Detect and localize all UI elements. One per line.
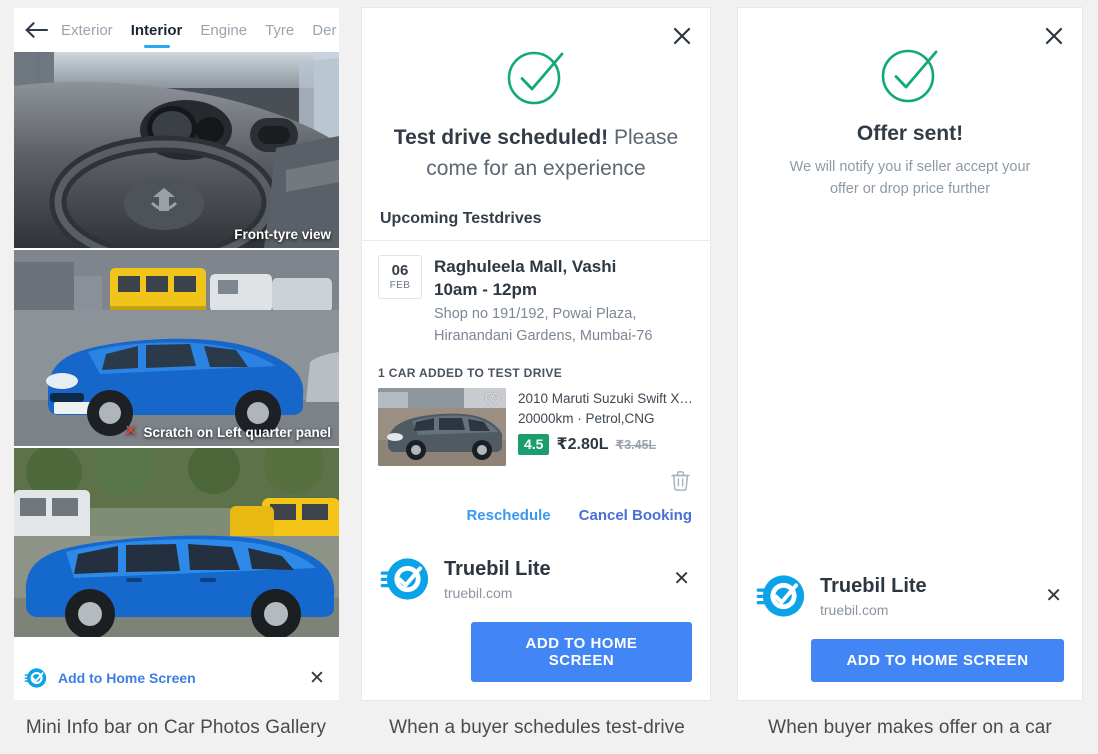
app-url: truebil.com <box>444 585 513 601</box>
banner-header: Truebil Lite truebil.com ✕ <box>756 571 1064 621</box>
car-exterior-photo-2 <box>14 448 339 637</box>
panel-offer-sent: Offer sent! We will notify you if seller… <box>722 0 1098 754</box>
truebil-logo-icon <box>24 668 47 688</box>
check-circle-icon <box>881 49 938 103</box>
app-name: Truebil Lite <box>444 558 551 580</box>
phone-screen-gallery: Exterior Interior Engine Tyre Der Front-… <box>14 8 339 700</box>
offer-sent-sheet: Offer sent! We will notify you if seller… <box>738 8 1082 700</box>
app-name: Truebil Lite <box>820 575 927 597</box>
page-title: Offer sent! <box>856 122 964 145</box>
banner-header: Truebil Lite truebil.com ✕ <box>380 554 692 604</box>
add-to-home-screen-mini-bar[interactable]: Add to Home Screen ✕ <box>14 656 339 700</box>
caption-panel-2: When a buyer schedules test-drive <box>352 702 722 754</box>
car-title: 2010 Maruti Suzuki Swift XLI... <box>518 390 694 406</box>
gallery-photo-interior[interactable]: Front-tyre view <box>14 52 339 248</box>
testdrive-date-chip: 06 FEB <box>378 255 422 300</box>
car-thumbnail[interactable]: ♡ <box>378 387 506 466</box>
testdrive-time: 10am - 12pm <box>434 280 537 300</box>
close-icon[interactable]: ✕ <box>671 569 692 589</box>
mini-bar-label: Add to Home Screen <box>58 670 196 686</box>
heart-icon[interactable]: ♡ <box>484 392 501 411</box>
rating-badge: 4.5 <box>518 434 550 455</box>
testdrive-date-month: FEB <box>389 280 411 292</box>
testdrive-details: Raghuleela Mall, Vashi 10am - 12pm Shop … <box>434 255 694 348</box>
banner-text: Truebil Lite truebil.com <box>444 557 657 601</box>
tab-engine[interactable]: Engine <box>191 8 256 52</box>
car-details: 2010 Maruti Suzuki Swift XLI... 20000km … <box>518 388 694 455</box>
car-price: ₹2.80L <box>556 436 609 454</box>
test-drive-car-item[interactable]: ♡ 2010 Maruti Suzuki Swift XLI... 20000k… <box>362 387 710 466</box>
tab-exterior[interactable]: Exterior <box>52 8 122 52</box>
add-to-home-screen-banner: Truebil Lite truebil.com ✕ ADD TO HOME S… <box>362 538 710 700</box>
add-to-home-screen-button[interactable]: ADD TO HOME SCREEN <box>811 639 1064 682</box>
booking-actions: Reschedule Cancel Booking <box>362 491 710 542</box>
close-icon[interactable]: ✕ <box>307 669 327 688</box>
close-icon[interactable]: ✕ <box>1043 586 1064 606</box>
cars-added-label: 1 CAR ADDED TO TEST DRIVE <box>378 365 563 380</box>
tab-interior[interactable]: Interior <box>122 8 192 52</box>
close-icon[interactable] <box>668 22 696 50</box>
car-price-line: 4.5 ₹2.80L ₹3.45L <box>518 434 694 455</box>
add-to-home-screen-banner: Truebil Lite truebil.com ✕ ADD TO HOME S… <box>738 555 1082 700</box>
trash-icon[interactable] <box>671 470 690 491</box>
panel-test-drive-scheduled: Test drive scheduled! Please come for an… <box>352 0 722 754</box>
photo-category-tabbar: Exterior Interior Engine Tyre Der <box>14 8 339 52</box>
testdrive-location: Raghuleela Mall, Vashi <box>434 257 617 277</box>
caption-panel-1: Mini Info bar on Car Photos Gallery <box>0 702 352 754</box>
check-circle-icon <box>507 51 564 105</box>
car-specs: 20000km · Petrol,CNG <box>518 411 655 427</box>
panel-car-photo-gallery: Exterior Interior Engine Tyre Der Front-… <box>0 0 352 754</box>
cancel-booking-button[interactable]: Cancel Booking <box>579 507 692 524</box>
close-icon[interactable] <box>1040 22 1068 50</box>
gallery-photo-defect[interactable]: ✕ Scratch on Left quarter panel <box>14 250 339 446</box>
headline-strong: Test drive scheduled! <box>393 126 609 149</box>
car-interior-photo <box>14 52 339 248</box>
photo-label-text: Scratch on Left quarter panel <box>143 424 331 440</box>
screenshot-board: Exterior Interior Engine Tyre Der Front-… <box>0 0 1098 754</box>
photo-label-text: Front-tyre view <box>234 227 331 242</box>
truebil-logo-icon <box>380 558 429 600</box>
photo-gallery-list: Front-tyre view ✕ Scratch on Left quarte… <box>14 52 339 637</box>
section-title-upcoming-testdrives: Upcoming Testdrives <box>380 210 542 228</box>
photo-label: Front-tyre view <box>234 227 331 242</box>
testdrive-address: Shop no 191/192, Powai Plaza, Hiranandan… <box>434 306 653 345</box>
photo-label-defect: ✕ Scratch on Left quarter panel <box>124 424 331 440</box>
car-exterior-photo-1 <box>14 250 339 446</box>
car-original-price: ₹3.45L <box>615 437 657 452</box>
page-title: Test drive scheduled! Please come for an… <box>362 108 710 184</box>
add-to-home-screen-button[interactable]: ADD TO HOME SCREEN <box>471 622 692 682</box>
testdrive-date-day: 06 <box>391 262 409 280</box>
gallery-photo-side[interactable] <box>14 448 339 637</box>
car-remove-row <box>362 466 710 491</box>
caption-strip: Mini Info bar on Car Photos Gallery When… <box>0 702 1098 754</box>
reschedule-button[interactable]: Reschedule <box>466 507 550 524</box>
test-drive-sheet: Test drive scheduled! Please come for an… <box>362 8 710 700</box>
x-mark-icon: ✕ <box>124 423 138 440</box>
truebil-logo-icon <box>756 575 805 617</box>
tab-dents[interactable]: Der <box>303 8 339 52</box>
banner-text: Truebil Lite truebil.com <box>820 574 1029 618</box>
tab-tyre[interactable]: Tyre <box>256 8 303 52</box>
arrow-left-icon[interactable] <box>22 15 52 45</box>
testdrive-booking-row: 06 FEB Raghuleela Mall, Vashi 10am - 12p… <box>362 241 710 354</box>
offer-sent-subtext: We will notify you if seller accept your… <box>789 159 1031 198</box>
app-url: truebil.com <box>820 602 889 618</box>
caption-panel-3: When buyer makes offer on a car <box>722 702 1098 754</box>
